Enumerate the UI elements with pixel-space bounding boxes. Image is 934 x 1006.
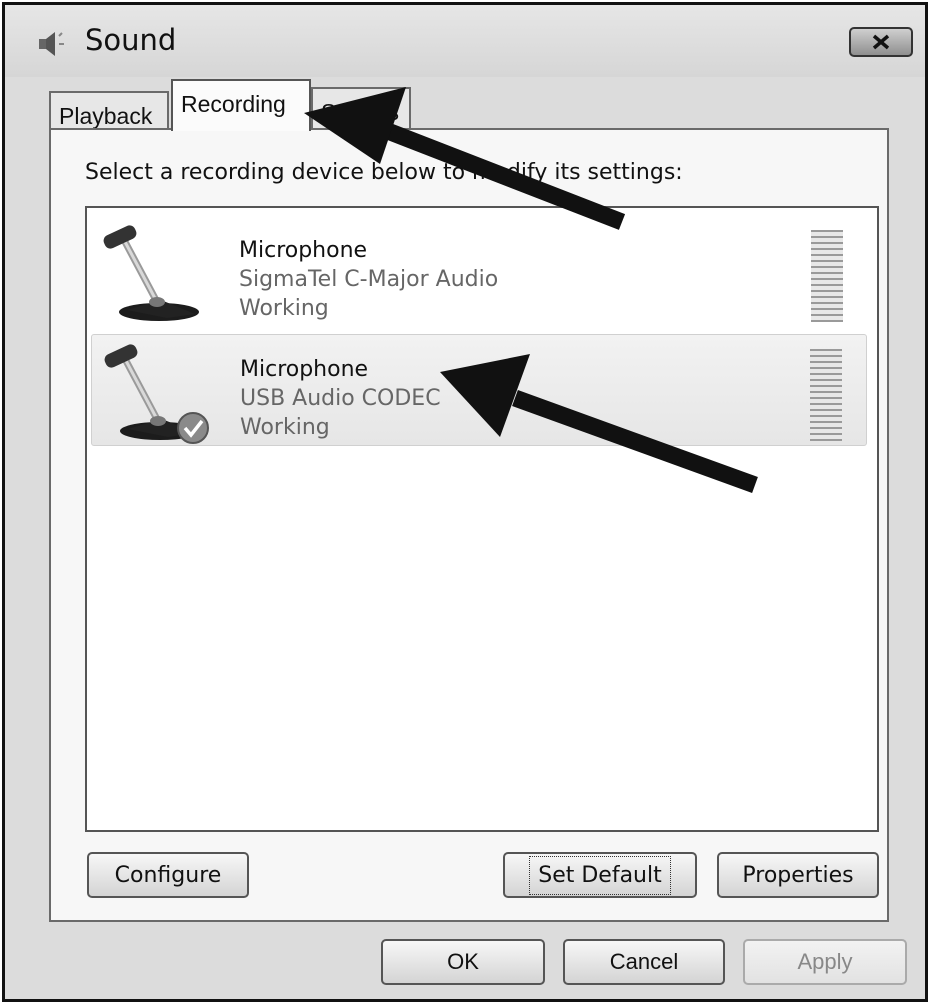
level-meter bbox=[811, 230, 843, 322]
recording-panel: Select a recording device below to modif… bbox=[49, 128, 889, 922]
device-item-usb-codec[interactable]: Microphone USB Audio CODEC Working bbox=[91, 334, 867, 446]
instruction-text: Select a recording device below to modif… bbox=[85, 160, 683, 185]
configure-button[interactable]: Configure bbox=[87, 852, 249, 898]
tab-recording[interactable]: Recording bbox=[171, 79, 311, 131]
properties-button[interactable]: Properties bbox=[717, 852, 879, 898]
device-name: Microphone bbox=[239, 238, 368, 263]
apply-button[interactable]: Apply bbox=[743, 939, 907, 985]
set-default-label: Set Default bbox=[529, 855, 671, 895]
set-default-button[interactable]: Set Default bbox=[503, 852, 697, 898]
device-item-sigmatel[interactable]: Microphone SigmaTel C-Major Audio Workin… bbox=[91, 216, 867, 328]
sound-dialog: Sound Playback Recording Sounds Select a… bbox=[2, 2, 928, 1002]
speaker-icon bbox=[39, 32, 64, 56]
ok-button[interactable]: OK bbox=[381, 939, 545, 985]
window-title: Sound bbox=[85, 23, 177, 57]
device-status: Working bbox=[239, 296, 329, 321]
title-bar[interactable]: Sound bbox=[5, 5, 925, 77]
device-description: USB Audio CODEC bbox=[240, 386, 441, 411]
microphone-icon bbox=[103, 225, 199, 321]
device-list[interactable]: Microphone SigmaTel C-Major Audio Workin… bbox=[85, 206, 879, 832]
tab-sounds[interactable]: Sounds bbox=[311, 87, 411, 131]
tab-playback[interactable]: Playback bbox=[49, 91, 169, 131]
device-description: SigmaTel C-Major Audio bbox=[239, 267, 499, 292]
default-check-icon bbox=[177, 412, 209, 444]
close-icon bbox=[872, 34, 890, 50]
level-meter bbox=[810, 349, 842, 441]
device-name: Microphone bbox=[240, 357, 369, 382]
device-status: Working bbox=[240, 415, 330, 440]
cancel-button[interactable]: Cancel bbox=[563, 939, 725, 985]
close-button[interactable] bbox=[849, 27, 913, 57]
